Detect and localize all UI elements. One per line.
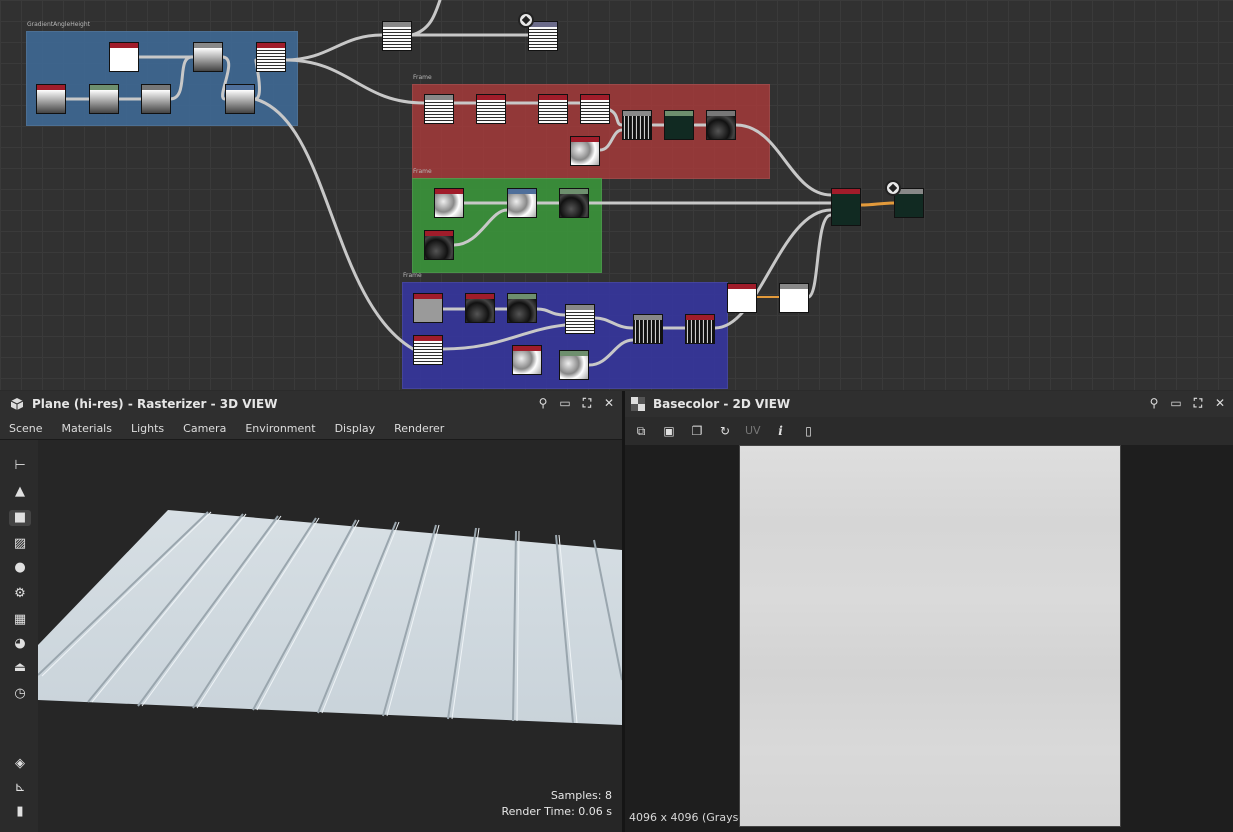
node-blue-5[interactable] <box>633 314 663 344</box>
render-time-readout: Render Time: 0.06 s <box>501 805 613 818</box>
cube-icon <box>10 398 24 410</box>
node-blue-3[interactable] <box>507 293 537 323</box>
panel-2d-title: Basecolor - 2D VIEW <box>653 397 791 411</box>
panel-2d-toolbar: ⧉ ▣ ❐ ↻ UV i ▯ <box>625 417 1233 446</box>
info-icon[interactable]: i <box>773 423 789 439</box>
camera-icon[interactable]: ■ <box>9 510 31 526</box>
panel-3d-menubar: Scene Materials Lights Camera Environmen… <box>0 417 622 440</box>
rotate-icon[interactable]: ◷ <box>12 686 28 702</box>
refresh-icon[interactable]: ↻ <box>717 423 733 439</box>
fit-view-icon[interactable]: ⧉ <box>633 423 649 439</box>
node-graph[interactable]: GradientAngleHeight Frame Frame Frame <box>0 0 1233 390</box>
panel-3d-toolbar: ⊢ ▲ ■ ▨ ● ⚙ ▦ ◕ ⏏ ◷ ◈ ⊾ ▮ <box>0 440 38 832</box>
axis-icon[interactable]: ⊾ <box>12 780 28 796</box>
node-connections <box>64 0 895 367</box>
node-blue-2[interactable] <box>465 293 495 323</box>
minimize-icon[interactable]: ▭ <box>1169 396 1183 410</box>
histogram-icon[interactable]: ▯ <box>801 423 817 439</box>
minimize-icon[interactable]: ▭ <box>558 396 572 410</box>
output-badge-icon <box>885 180 901 196</box>
node-red-4[interactable] <box>580 94 610 124</box>
node-transform[interactable] <box>225 84 255 114</box>
copy-icon[interactable]: ❐ <box>689 423 705 439</box>
pin-icon[interactable]: ⚲ <box>1147 396 1161 410</box>
maximize-icon[interactable]: ⛶ <box>1191 396 1205 410</box>
menu-renderer[interactable]: Renderer <box>394 422 444 435</box>
menu-scene[interactable]: Scene <box>9 422 43 435</box>
node-levels[interactable] <box>89 84 119 114</box>
layers-icon[interactable]: ◈ <box>12 756 28 772</box>
node-uniform-color[interactable] <box>109 42 139 72</box>
close-icon[interactable]: ✕ <box>602 396 616 410</box>
node-red-3[interactable] <box>538 94 568 124</box>
node-red-2[interactable] <box>476 94 506 124</box>
panel-3d-titlebar: Plane (hi-res) - Rasterizer - 3D VIEW ⚲ … <box>0 391 622 417</box>
node-white-2[interactable] <box>779 283 809 313</box>
samples-readout: Samples: 8 <box>550 789 612 802</box>
node-gradient[interactable] <box>193 42 223 72</box>
panel-2d-view: Basecolor - 2D VIEW ⚲ ▭ ⛶ ✕ ⧉ ▣ ❐ ↻ UV i… <box>625 391 1233 832</box>
node-white-1[interactable] <box>727 283 757 313</box>
node-gradient-linear[interactable] <box>36 84 66 114</box>
panel-2d-titlebar: Basecolor - 2D VIEW ⚲ ▭ ⛶ ✕ <box>625 391 1233 417</box>
texture-info: 4096 x 4096 (Grayscal <box>629 811 739 824</box>
node-green-2[interactable] <box>507 188 537 218</box>
node-green-4[interactable] <box>424 230 454 260</box>
menu-camera[interactable]: Camera <box>183 422 226 435</box>
node-blend[interactable] <box>256 42 286 72</box>
menu-materials[interactable]: Materials <box>62 422 112 435</box>
panel-3d-view: Plane (hi-res) - Rasterizer - 3D VIEW ⚲ … <box>0 391 622 832</box>
basecolor-texture <box>739 445 1121 827</box>
save-icon[interactable]: ▣ <box>661 423 677 439</box>
viewport-2d[interactable]: 4096 x 4096 (Grayscal <box>625 445 1233 832</box>
uv-toggle[interactable]: UV <box>745 423 761 439</box>
node-blend-final[interactable] <box>831 188 861 226</box>
material-sphere-icon[interactable]: ◕ <box>12 636 28 652</box>
node-blue-noise-2[interactable] <box>559 350 589 380</box>
output-badge-icon <box>518 12 534 28</box>
pin-icon[interactable]: ⚲ <box>536 396 550 410</box>
node-red-noise[interactable] <box>570 136 600 166</box>
gear-icon[interactable]: ⚙ <box>12 586 28 602</box>
close-icon[interactable]: ✕ <box>1213 396 1227 410</box>
node-blue-noise-1[interactable] <box>512 345 542 375</box>
node-green-3[interactable] <box>559 188 589 218</box>
node-blue-4[interactable] <box>565 304 595 334</box>
mesh-icon[interactable]: ⏏ <box>12 660 28 676</box>
node-histogram[interactable] <box>141 84 171 114</box>
environment-icon[interactable]: ▨ <box>12 536 28 552</box>
checkerboard-icon <box>631 397 645 411</box>
node-blue-6[interactable] <box>685 314 715 344</box>
node-blend-top[interactable] <box>382 21 412 51</box>
node-red-1[interactable] <box>424 94 454 124</box>
checker-icon[interactable]: ▦ <box>12 612 28 628</box>
node-red-7[interactable] <box>706 110 736 140</box>
menu-display[interactable]: Display <box>335 422 376 435</box>
menu-environment[interactable]: Environment <box>245 422 315 435</box>
corrugated-plane-mesh <box>38 510 622 725</box>
node-blue-7[interactable] <box>413 335 443 365</box>
menu-lights[interactable]: Lights <box>131 422 164 435</box>
node-red-6[interactable] <box>664 110 694 140</box>
maximize-icon[interactable]: ⛶ <box>580 396 594 410</box>
chart-bars-icon[interactable]: ▮ <box>12 804 28 820</box>
panel-3d-title: Plane (hi-res) - Rasterizer - 3D VIEW <box>32 397 278 411</box>
viewport-3d[interactable]: Samples: 8 Render Time: 0.06 s <box>38 440 622 832</box>
select-arrow-icon[interactable]: ▲ <box>12 484 28 500</box>
node-output-top[interactable] <box>528 21 558 51</box>
node-blue-1[interactable] <box>413 293 443 323</box>
light-bulb-icon[interactable]: ● <box>12 560 28 576</box>
node-red-5[interactable] <box>622 110 652 140</box>
node-green-1[interactable] <box>434 188 464 218</box>
hierarchy-icon[interactable]: ⊢ <box>12 458 28 474</box>
